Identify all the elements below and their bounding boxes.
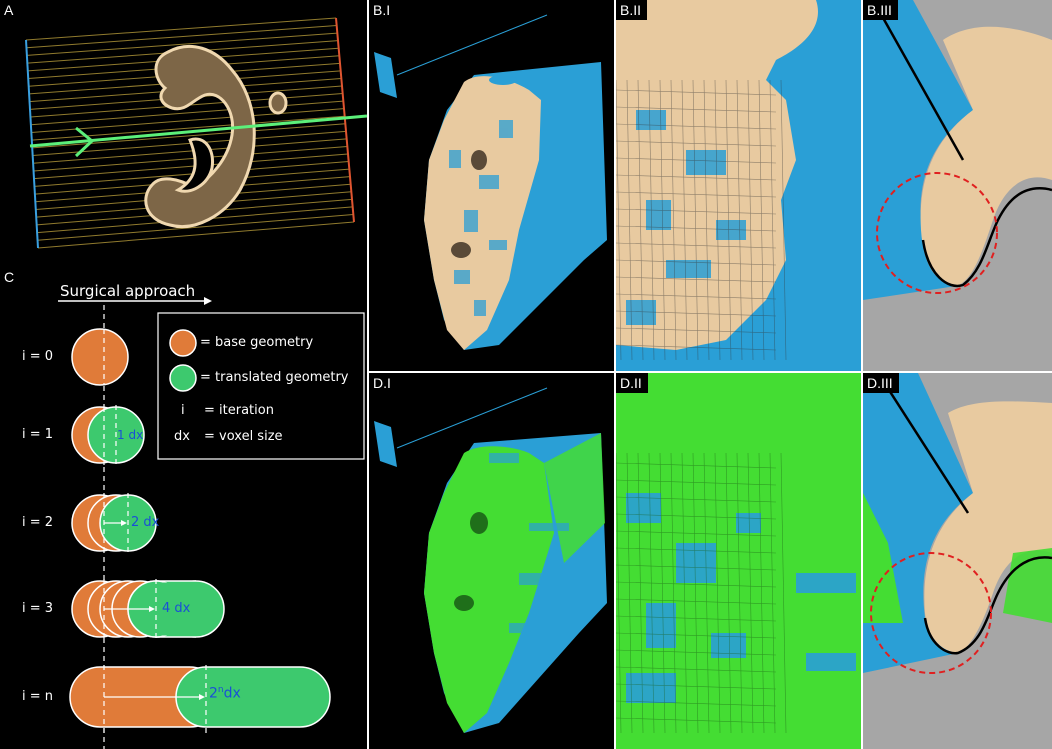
panel-d-ii: D.II [616,373,861,749]
row-label-i3: i = 3 [22,601,54,616]
shift-unit: dx [223,685,241,702]
legend-i-desc: = iteration [204,403,274,418]
legend-translated-icon [169,364,197,392]
legend-dx-symbol: dx [174,429,190,444]
row-label-i0: i = 0 [22,349,54,364]
panel-b-ii: B.II [616,0,861,371]
shift-base: 2 [209,685,218,702]
cross-section-shape [144,44,256,228]
row-label-i2: i = 2 [22,515,54,530]
row-label-i1: i = 1 [22,427,54,442]
panel-b-iii: B.III [863,0,1052,371]
i0-base-circle [71,328,129,386]
row-label-in: i = n [22,689,54,704]
shift-label-i2: 2 dx [131,515,160,530]
panel-b-i: B.I [369,0,614,371]
panel-d-iii-label: D.III [863,373,899,393]
small-fragment [268,91,288,115]
panel-c: C Surgical approach i = 0 i = 1 i = 2 i … [0,265,367,749]
panel-b-i-render [374,14,607,351]
panel-d-ii-label: D.II [616,373,648,393]
panel-d-i-label: D.I [369,373,397,393]
panel-a-graphic [25,17,367,249]
legend-base-icon [169,329,197,357]
plane-icon [374,421,397,467]
legend-base-text: = base geometry [200,335,314,350]
panel-b-iii-render [863,0,1052,371]
shift-label-in: 2ndx [209,685,241,702]
panel-d-iii-render [863,373,1052,749]
shift-label-i3: 4 dx [162,601,191,616]
legend-dx-desc: = voxel size [204,429,283,444]
panel-b-ii-render [616,0,861,371]
panel-a-label: A [0,0,20,20]
panel-a: A [0,0,367,265]
panel-d-iii: D.III [863,373,1052,749]
panel-b-ii-label: B.II [616,0,648,20]
panel-c-label: C [0,267,21,287]
legend-translated-text: = translated geometry [200,370,349,385]
panel-d-i-render [374,387,607,733]
panel-d-ii-render [616,373,861,749]
plane-icon [374,52,397,98]
panel-d-i: D.I [369,373,614,749]
legend-i-symbol: i [181,403,185,418]
panel-b-i-label: B.I [369,0,397,20]
panel-b-iii-label: B.III [863,0,898,20]
shift-label-i1: 1 dx [117,428,144,442]
